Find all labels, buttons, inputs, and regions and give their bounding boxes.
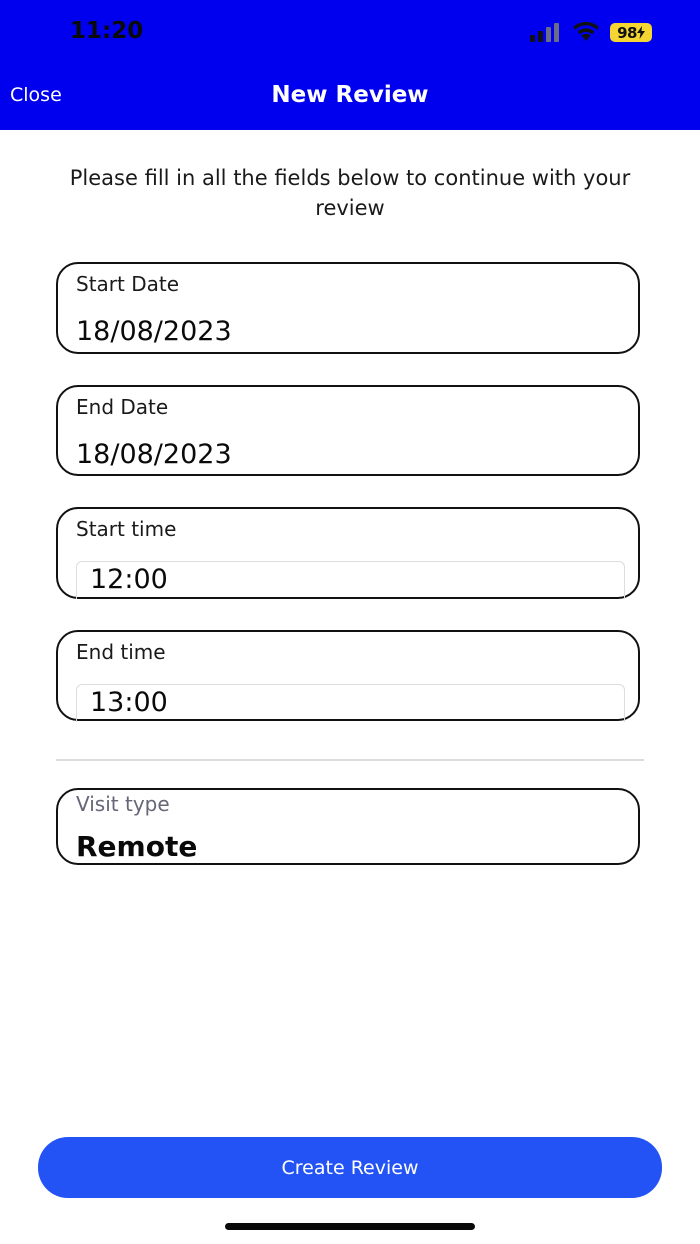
status-time: 11:20 <box>70 18 144 44</box>
battery-level: 98 <box>617 23 637 42</box>
nav-header: 11:20 98 Close New Review <box>0 0 700 130</box>
start-time-input[interactable]: 12:00 <box>76 561 625 599</box>
end-time-input[interactable]: 13:00 <box>76 684 625 722</box>
end-date-field[interactable]: End Date 18/08/2023 <box>56 385 640 476</box>
start-date-value[interactable]: 18/08/2023 <box>76 316 616 347</box>
battery-indicator: 98 <box>610 23 652 42</box>
visit-type-label: Visit type <box>76 792 170 816</box>
visit-type-field[interactable]: Visit type Remote <box>56 788 640 865</box>
end-date-value[interactable]: 18/08/2023 <box>76 439 616 470</box>
close-button[interactable]: Close <box>10 84 62 106</box>
start-time-label: Start time <box>76 517 177 541</box>
start-date-label: Start Date <box>76 272 180 296</box>
create-review-button[interactable]: Create Review <box>38 1137 662 1198</box>
new-review-screen: 11:20 98 Close New Review Please fill in… <box>0 0 700 1244</box>
end-date-label: End Date <box>76 395 169 419</box>
cellular-signal-icon <box>530 23 559 42</box>
end-time-field[interactable]: End time 13:00 <box>56 630 640 722</box>
end-time-label: End time <box>76 640 166 664</box>
page-title: New Review <box>271 82 429 108</box>
form-instructions: Please fill in all the fields below to c… <box>69 166 631 220</box>
start-time-field[interactable]: Start time 12:00 <box>56 507 640 599</box>
bolt-icon <box>636 26 645 39</box>
visit-type-value[interactable]: Remote <box>76 830 197 863</box>
wifi-icon <box>573 21 599 41</box>
home-indicator <box>225 1223 475 1230</box>
start-date-field[interactable]: Start Date 18/08/2023 <box>56 262 640 354</box>
section-divider <box>56 759 644 761</box>
